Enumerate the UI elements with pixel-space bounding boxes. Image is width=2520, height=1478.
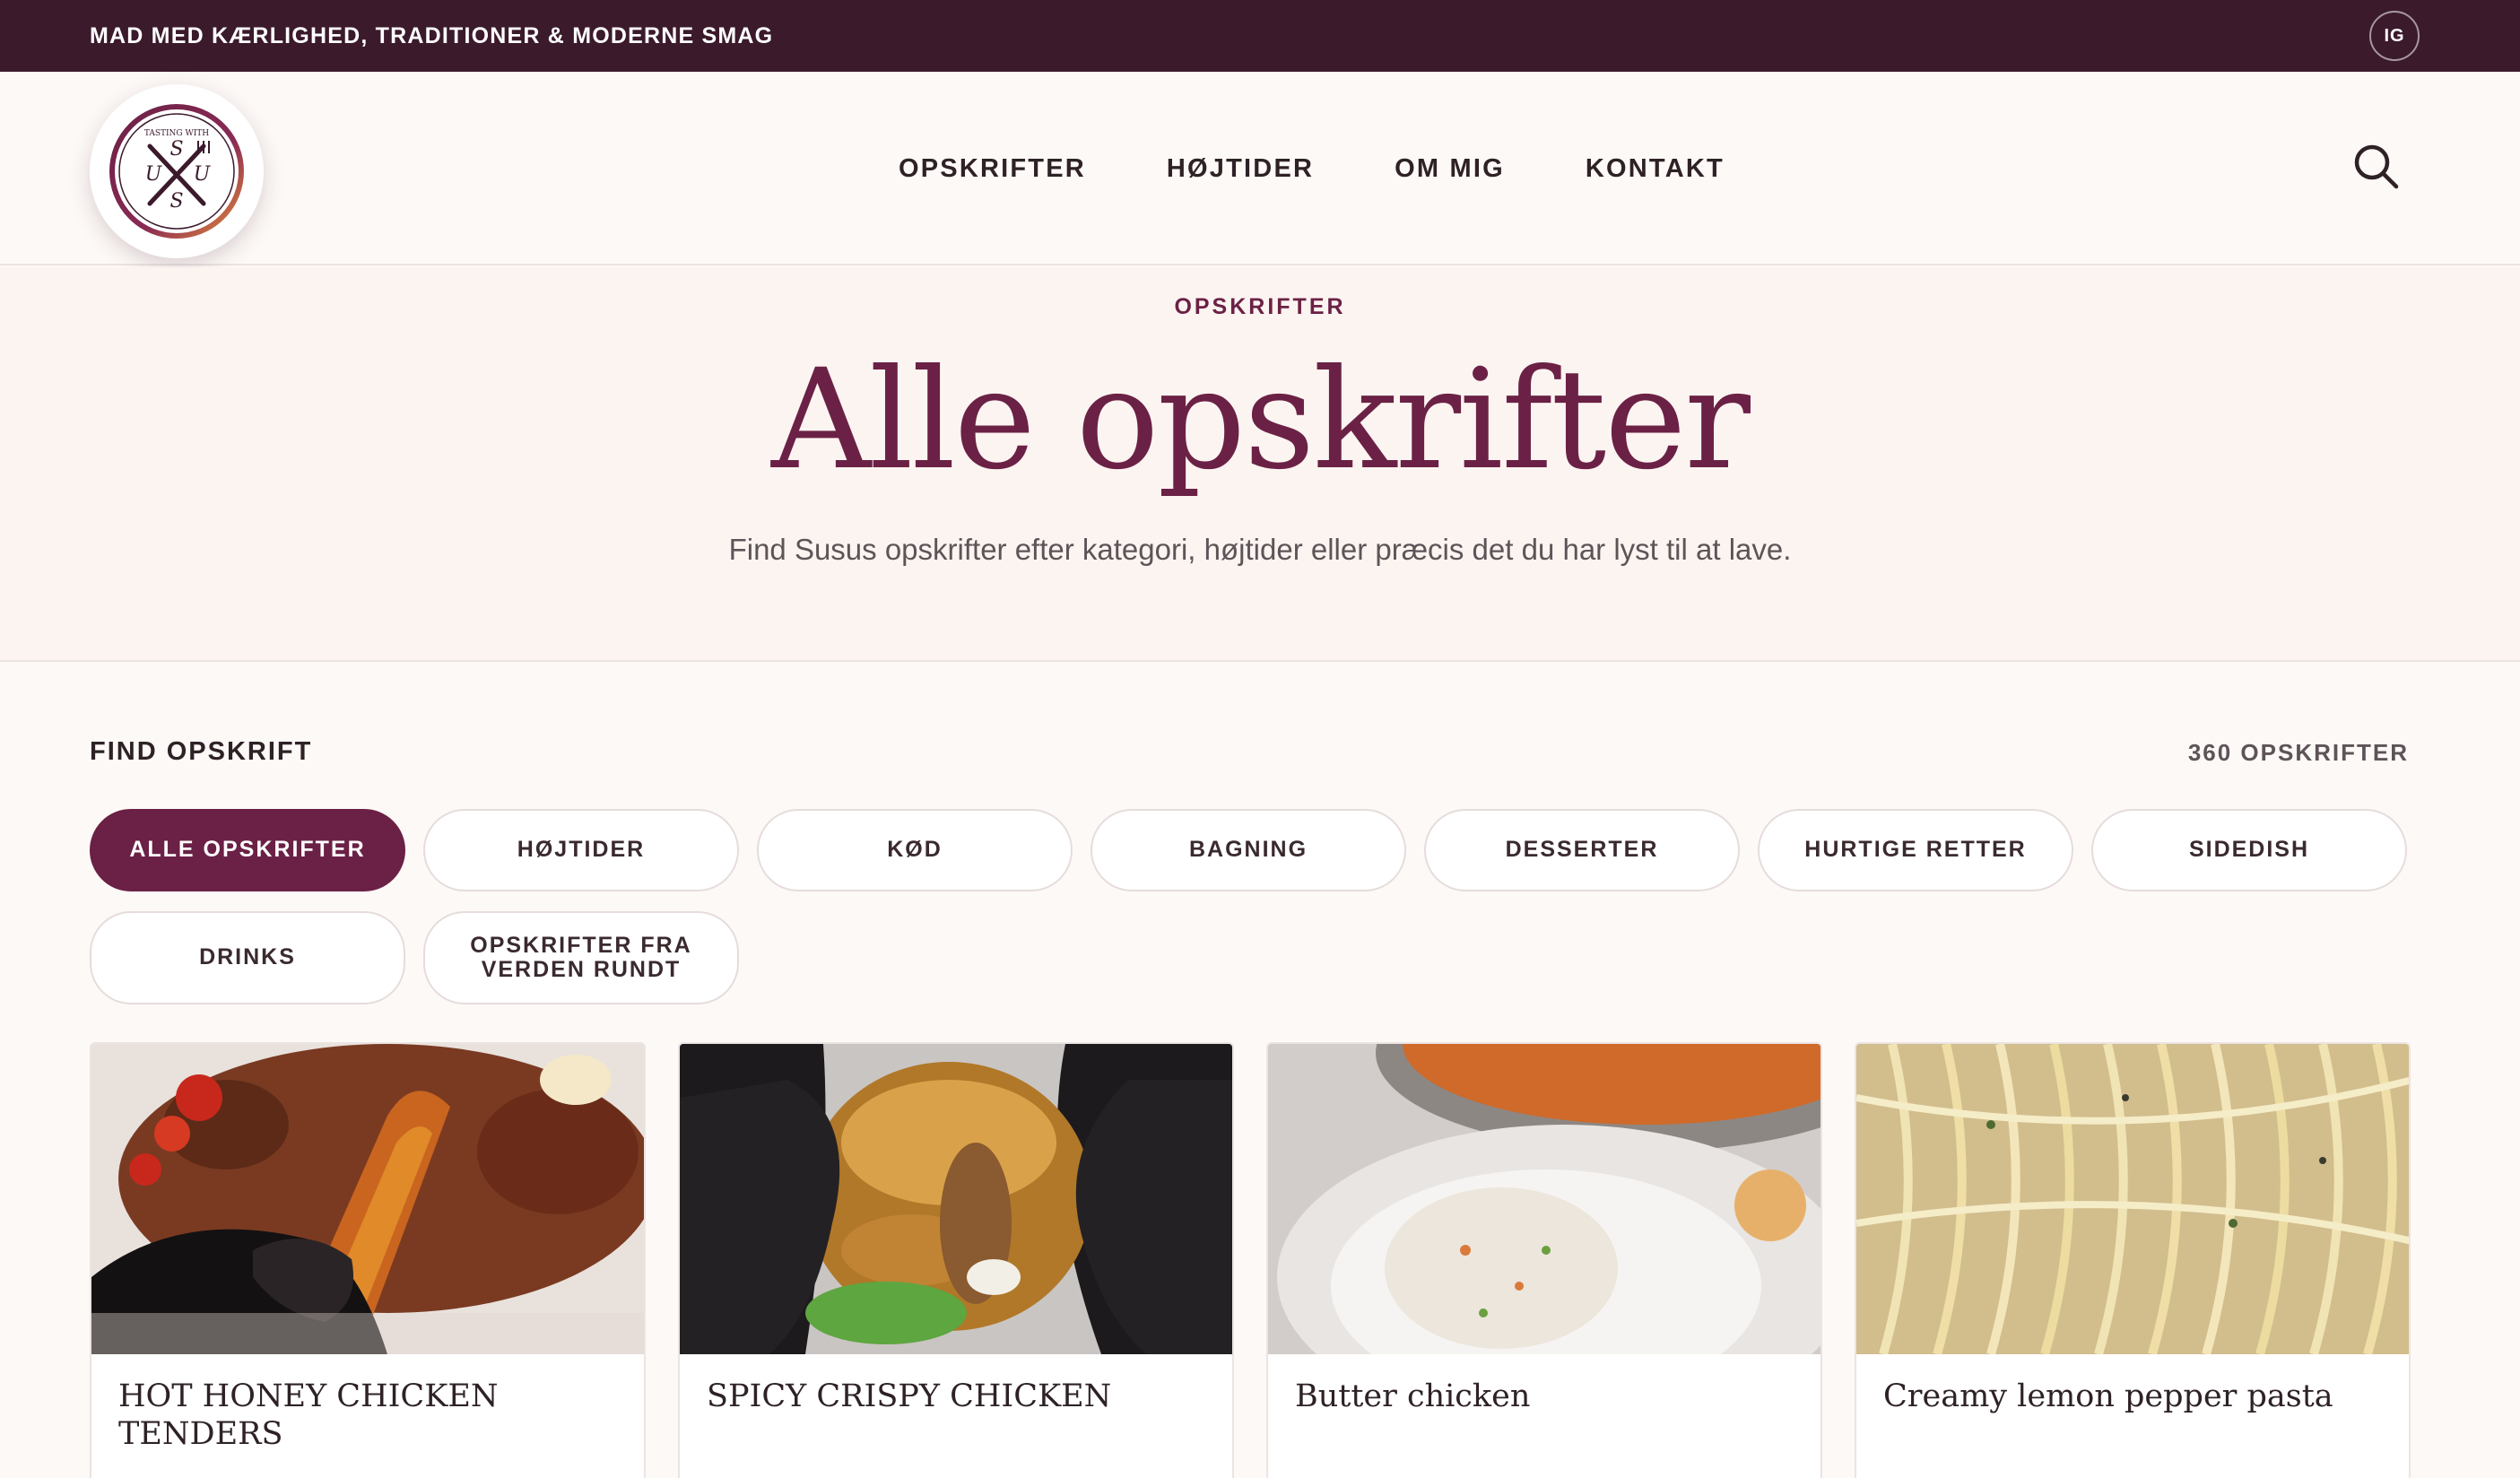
- site-logo[interactable]: TASTING WITH S U S U: [90, 84, 264, 258]
- main-nav: OPSKRIFTER HØJTIDER OM MIG KONTAKT: [899, 72, 1725, 265]
- filter-chip-verden-rundt[interactable]: OPSKRIFTER FRA VERDEN RUNDT: [423, 911, 739, 1004]
- site-header: TASTING WITH S U S U OPSKRIFTER HØJTIDER…: [0, 72, 2520, 265]
- logo-emblem: TASTING WITH S U S U: [109, 104, 244, 239]
- recipe-image: [1856, 1044, 2409, 1354]
- recipe-title: HOT HONEY CHICKEN TENDERS: [118, 1378, 499, 1452]
- filter-chip-kod[interactable]: KØD: [757, 809, 1073, 891]
- filter-chip-hojtider[interactable]: HØJTIDER: [423, 809, 739, 891]
- logo-letter-left: U: [145, 163, 163, 186]
- recipe-card[interactable]: Butter chicken: [1266, 1042, 1822, 1478]
- nav-item-opskrifter[interactable]: OPSKRIFTER: [899, 154, 1086, 184]
- page-hero: OPSKRIFTER Alle opskrifter Find Susus op…: [0, 267, 2520, 662]
- filter-label: FIND OPSKRIFT: [90, 737, 313, 766]
- recipe-image: [91, 1044, 644, 1354]
- filter-chip-hurtige-retter[interactable]: HURTIGE RETTER: [1758, 809, 2073, 891]
- logo-letter-top: S: [169, 138, 183, 161]
- recipe-grid: HOT HONEY CHICKEN TENDERS SPICY CRISPY C…: [90, 1042, 2411, 1478]
- nav-item-hojtider[interactable]: HØJTIDER: [1167, 154, 1314, 184]
- recipe-title: SPICY CRISPY CHICKEN: [707, 1378, 1112, 1414]
- filter-chip-desserter[interactable]: DESSERTER: [1424, 809, 1740, 891]
- recipe-card[interactable]: HOT HONEY CHICKEN TENDERS: [90, 1042, 646, 1478]
- category-filters: ALLE OPSKRIFTER HØJTIDER KØD BAGNING DES…: [90, 809, 2409, 1004]
- tagline: MAD MED KÆRLIGHED, TRADITIONER & MODERNE…: [90, 22, 774, 48]
- recipe-card[interactable]: SPICY CRISPY CHICKEN: [678, 1042, 1234, 1478]
- page-title: Alle opskrifter: [771, 340, 1751, 500]
- page-subtitle: Find Susus opskrifter efter kategori, hø…: [728, 533, 1792, 566]
- announcement-bar: MAD MED KÆRLIGHED, TRADITIONER & MODERNE…: [0, 0, 2520, 72]
- logo-letter-right: U: [194, 163, 212, 186]
- nav-item-kontakt[interactable]: KONTAKT: [1586, 154, 1725, 184]
- recipe-image: [1268, 1044, 1820, 1354]
- nav-item-om-mig[interactable]: OM MIG: [1395, 154, 1505, 184]
- filter-chip-sidedish[interactable]: SIDEDISH: [2091, 809, 2407, 891]
- recipe-title: Butter chicken: [1295, 1378, 1531, 1414]
- logo-top-text: TASTING WITH: [144, 129, 209, 138]
- search-icon[interactable]: [2350, 140, 2403, 194]
- recipe-title: Creamy lemon pepper pasta: [1883, 1378, 2333, 1414]
- hero-eyebrow: OPSKRIFTER: [1174, 294, 1346, 319]
- logo-letter-bottom: S: [169, 190, 183, 213]
- recipe-card[interactable]: Creamy lemon pepper pasta: [1855, 1042, 2411, 1478]
- recipe-image: [680, 1044, 1232, 1354]
- instagram-button[interactable]: IG: [2369, 11, 2420, 61]
- filter-chip-bagning[interactable]: BAGNING: [1091, 809, 1406, 891]
- filter-chip-drinks[interactable]: DRINKS: [90, 911, 405, 1004]
- recipe-count: 360 OPSKRIFTER: [2187, 739, 2409, 766]
- filter-chip-alle-opskrifter[interactable]: ALLE OPSKRIFTER: [90, 809, 405, 891]
